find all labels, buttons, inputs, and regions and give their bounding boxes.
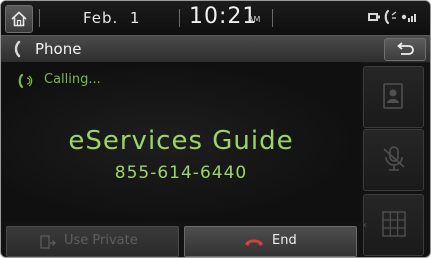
back-arrow-icon: [397, 42, 414, 55]
use-private-label: Use Private: [64, 233, 138, 248]
status-bar: Feb. 1 10:21 AM: [1, 1, 430, 35]
end-call-label: End: [272, 233, 297, 248]
keypad-icon: [382, 211, 406, 237]
contacts-button[interactable]: [363, 66, 424, 128]
phone-screen: Feb. 1 10:21 AM Phone Calling... eServic…: [0, 0, 431, 258]
status-ampm: AM: [248, 15, 261, 24]
phone-signal-icon: [384, 9, 397, 25]
status-date: Feb. 1: [83, 9, 141, 27]
contact-name: eServices Guide: [68, 126, 294, 156]
phone-handset-icon: [14, 40, 21, 58]
status-divider: [39, 9, 40, 27]
end-call-button[interactable]: End: [184, 226, 357, 257]
keypad-button[interactable]: [363, 194, 424, 256]
phone-number: 855-614-6440: [114, 163, 248, 183]
home-button[interactable]: [5, 5, 33, 33]
back-button[interactable]: [384, 38, 426, 61]
call-panel: Calling... eServices Guide 855-614-6440: [1, 62, 361, 222]
title-bar: Phone: [1, 35, 430, 63]
battery-icon: [368, 13, 380, 21]
mute-mic-button[interactable]: [363, 129, 424, 191]
handset-transfer-icon: [40, 235, 56, 249]
status-divider: [272, 9, 273, 27]
calling-icon: [18, 73, 33, 89]
home-icon: [11, 11, 27, 27]
contact-card-icon: [383, 83, 403, 109]
page-title: Phone: [35, 40, 82, 58]
end-call-icon: [245, 239, 263, 246]
call-status: Calling...: [44, 72, 101, 87]
panel-collapse-icon[interactable]: ‹: [363, 220, 367, 231]
signal-icon: [401, 14, 416, 22]
use-private-button[interactable]: Use Private: [6, 226, 179, 257]
status-divider: [179, 9, 180, 27]
mic-off-icon: [383, 146, 405, 171]
